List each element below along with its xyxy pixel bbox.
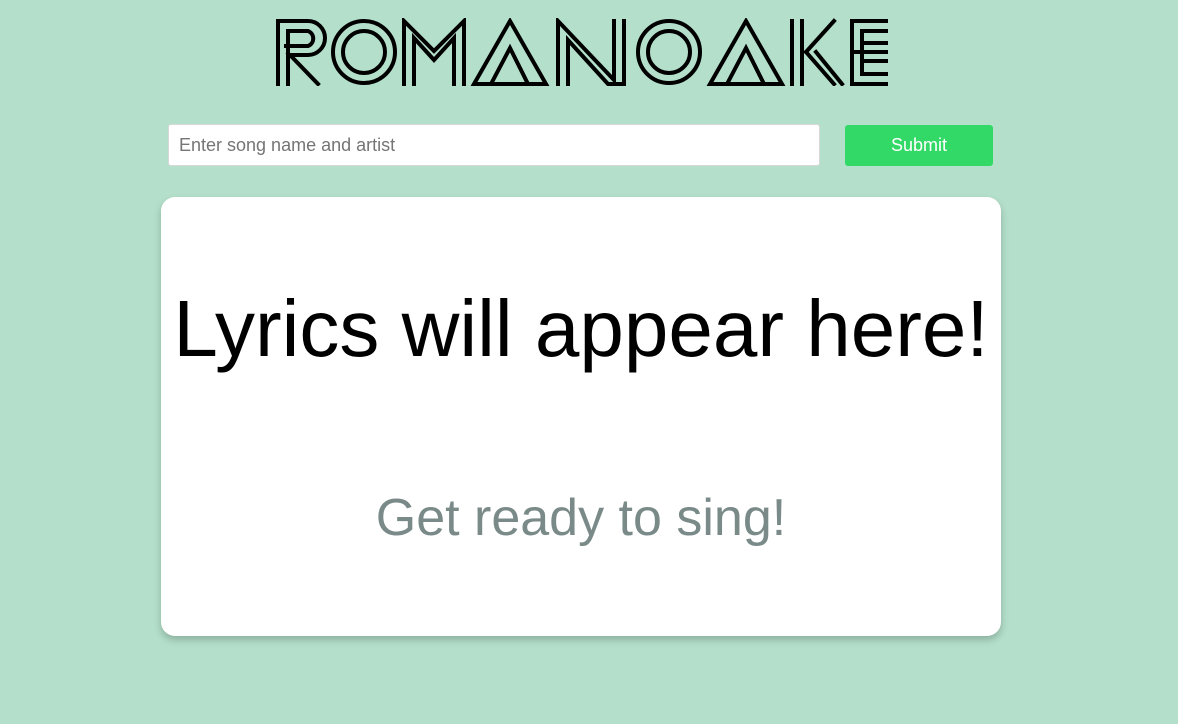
song-search-input[interactable] <box>168 124 820 166</box>
submit-button[interactable]: Submit <box>845 125 993 166</box>
lyrics-placeholder-heading: Lyrics will appear here! <box>173 284 989 373</box>
romanoake-logo <box>274 18 890 86</box>
lyrics-placeholder-subheading: Get ready to sing! <box>375 489 787 547</box>
lyrics-card: Lyrics will appear here! Get ready to si… <box>161 197 1001 636</box>
